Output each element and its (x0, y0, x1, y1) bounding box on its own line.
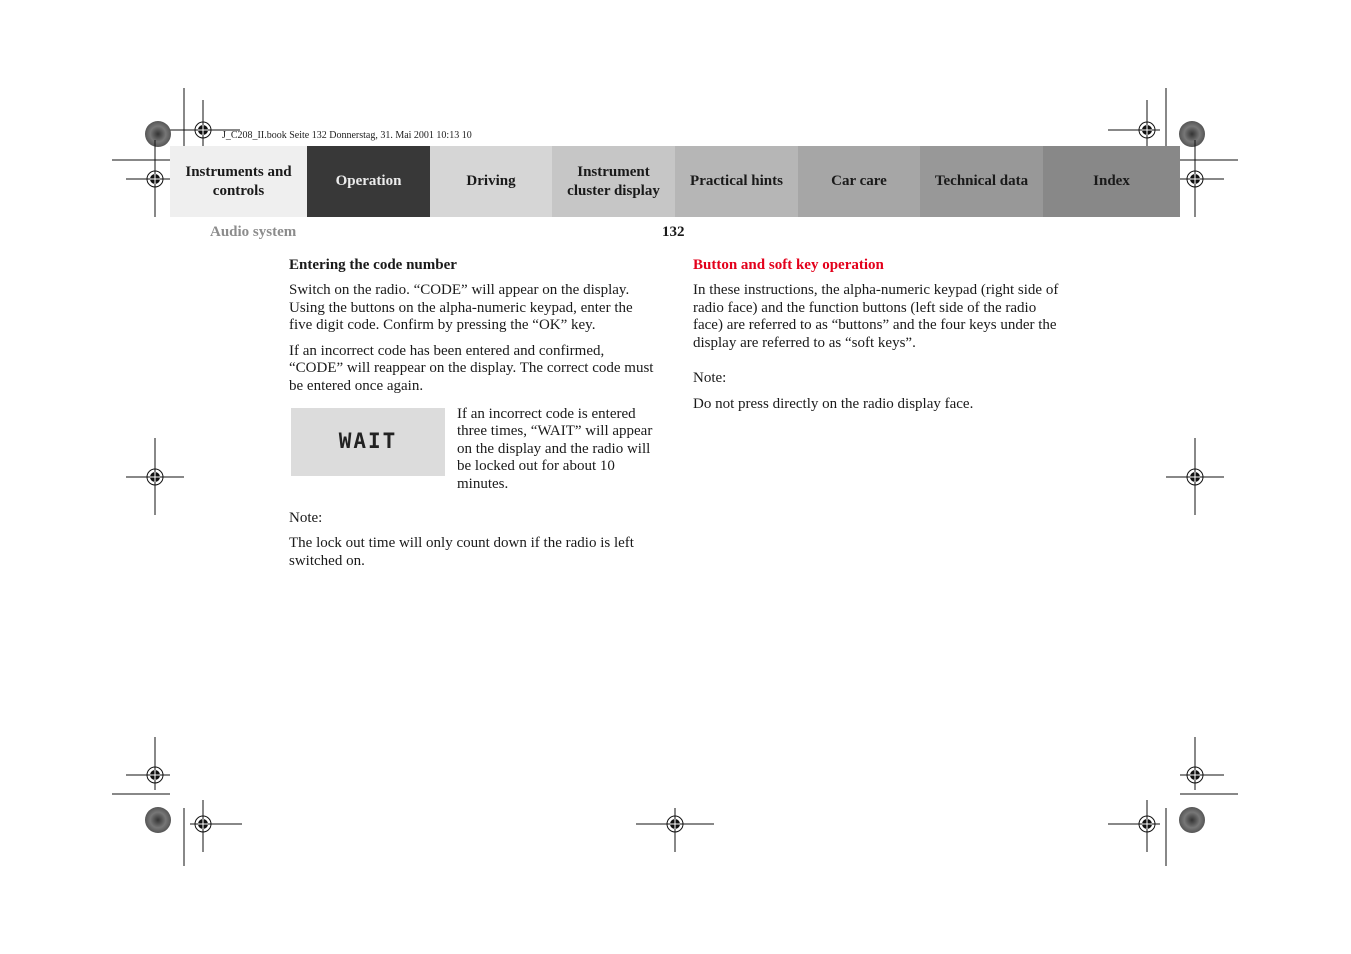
note-label: Note: (693, 370, 727, 387)
registration-mark-middle-left (126, 438, 184, 515)
registration-mark-bottom-right (1108, 737, 1238, 866)
registration-mark-middle-right (1166, 438, 1224, 515)
wait-caption: If an incorrect code is entered three ti… (457, 405, 653, 492)
tab-driving[interactable]: Driving (430, 146, 552, 217)
wait-figure: WAIT If an incorrect code is entered thr… (291, 406, 659, 494)
registration-mark-bottom-center (636, 808, 714, 852)
left-column: Entering the code number Switch on the r… (289, 256, 659, 578)
radio-display-illustration: WAIT (291, 407, 445, 476)
tab-car-care[interactable]: Car care (798, 146, 920, 217)
note-label: Note: (289, 509, 323, 526)
tab-instruments-and-controls[interactable]: Instruments and controls (170, 146, 307, 217)
paragraph-incorrect-code: If an incorrect code has been entered an… (289, 342, 654, 394)
tab-practical-hints[interactable]: Practical hints (675, 146, 798, 217)
paragraph-buttons-description: In these instructions, the alpha-numeric… (693, 282, 1059, 351)
section-title: Audio system (210, 224, 297, 240)
note-text: Do not press directly on the radio displ… (693, 395, 974, 412)
color-wheel-icon (145, 121, 171, 147)
registration-mark-bottom-left (112, 737, 242, 866)
heading-entering-code: Entering the code number (289, 257, 457, 273)
tab-instrument-cluster-display[interactable]: Instrument cluster display (552, 146, 675, 217)
paragraph-switch-on: Switch on the radio. “CODE” will appear … (289, 282, 633, 334)
heading-button-soft-key: Button and soft key operation (693, 257, 884, 273)
page-number: 132 (662, 224, 685, 240)
right-column: Button and soft key operation In these i… (693, 256, 1063, 422)
crop-marks (112, 88, 1238, 866)
tab-technical-data[interactable]: Technical data (920, 146, 1043, 217)
color-wheel-icon (145, 807, 171, 833)
print-info-line: J_C208_II.book Seite 132 Donnerstag, 31.… (222, 130, 472, 141)
chapter-tab-bar: Instruments and controls Operation Drivi… (170, 146, 1180, 217)
note-text: The lock out time will only count down i… (289, 535, 634, 569)
color-wheel-icon (1179, 121, 1205, 147)
color-wheel-icon (1179, 807, 1205, 833)
tab-operation[interactable]: Operation (307, 146, 430, 217)
tab-index[interactable]: Index (1043, 146, 1180, 217)
